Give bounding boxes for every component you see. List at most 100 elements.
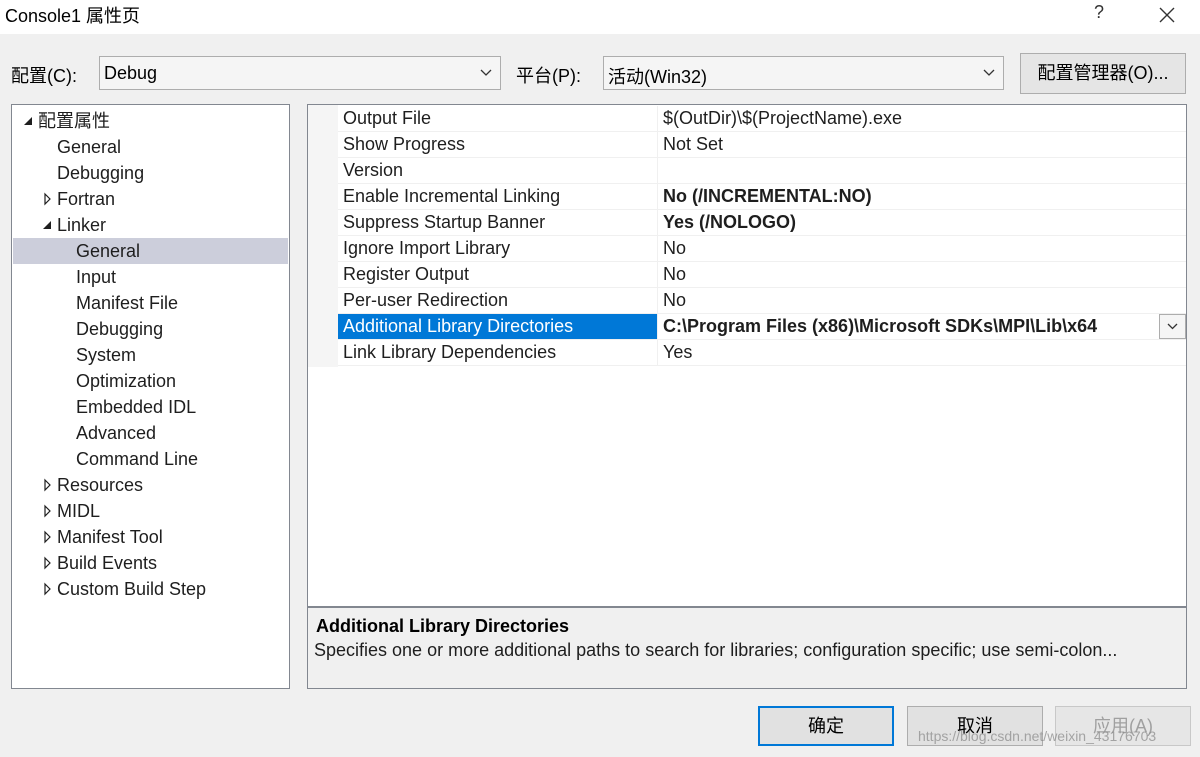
platform-select[interactable]: 活动(Win32) (603, 56, 1004, 90)
description-title: Additional Library Directories (316, 616, 570, 636)
value-dropdown-button[interactable] (1159, 314, 1186, 339)
tree-item[interactable]: General (13, 238, 288, 264)
config-select-value: Debug (104, 63, 158, 83)
description-text: Specifies one or more additional paths t… (314, 640, 1118, 660)
tree-item-label: Input (76, 267, 117, 287)
property-row[interactable]: Suppress Startup Banner Yes (/NOLOGO) (338, 210, 1186, 236)
tree-item-label: 配置属性 (38, 111, 110, 131)
tree-item[interactable]: Custom Build Step (13, 576, 288, 602)
watermark: https://blog.csdn.net/weixin_43176703 (918, 728, 1157, 744)
property-value[interactable]: C:\Program Files (x86)\Microsoft SDKs\MP… (659, 314, 1186, 339)
property-value[interactable]: No (659, 288, 1186, 313)
property-tree[interactable]: 配置属性 General Debugging Fortran Linker General… (11, 104, 290, 689)
property-row[interactable]: Additional Library Directories C:\Program… (338, 314, 1186, 340)
close-button[interactable] (1155, 1, 1179, 30)
property-name: Register Output (338, 262, 658, 287)
property-name: Suppress Startup Banner (338, 210, 658, 235)
collapsed-triangle-icon[interactable] (42, 524, 54, 550)
property-value[interactable]: Not Set (659, 132, 1186, 157)
tree-item[interactable]: Resources (13, 472, 288, 498)
tree-item-label: Manifest File (76, 293, 179, 313)
tree-item-label: Manifest Tool (57, 527, 163, 547)
platform-label: 平台(P): (516, 66, 581, 86)
tree-item[interactable]: Manifest Tool (13, 524, 288, 550)
tree-item-label: System (76, 345, 137, 365)
config-select[interactable]: Debug (99, 56, 501, 90)
collapsed-triangle-icon[interactable] (42, 186, 54, 212)
tree-item[interactable]: System (13, 342, 288, 368)
chevron-down-icon (480, 69, 492, 76)
close-icon (1159, 7, 1175, 23)
tree-item-label: Linker (57, 215, 107, 235)
property-row[interactable]: Link Library Dependencies Yes (338, 340, 1186, 366)
tree-item[interactable]: Advanced (13, 420, 288, 446)
property-grid[interactable]: Output File $(OutDir)\$(ProjectName).exe S… (307, 104, 1187, 607)
tree-item-label: General (57, 137, 122, 157)
tree-item[interactable]: Debugging (13, 160, 288, 186)
property-name: Ignore Import Library (338, 236, 658, 261)
tree-item[interactable]: Build Events (13, 550, 288, 576)
property-value[interactable]: No (659, 236, 1186, 261)
configuration-manager-button[interactable]: 配置管理器(O)... (1020, 53, 1186, 94)
property-name: Per-user Redirection (338, 288, 658, 313)
chevron-down-icon (983, 69, 995, 76)
property-name: Show Progress (338, 132, 658, 157)
help-button[interactable]: ? (1089, 2, 1109, 23)
property-value[interactable]: Yes (659, 340, 1186, 365)
tree-item-label: Debugging (57, 163, 145, 183)
tree-item[interactable]: Manifest File (13, 290, 288, 316)
property-row[interactable]: Version (338, 158, 1186, 184)
tree-item-label: Build Events (57, 553, 158, 573)
tree-item-label: Resources (57, 475, 144, 495)
property-name: Enable Incremental Linking (338, 184, 658, 209)
grid-gutter (308, 105, 338, 367)
property-value[interactable] (659, 158, 1186, 183)
property-row[interactable]: Enable Incremental Linking No (/INCREMENT… (338, 184, 1186, 210)
property-value[interactable]: No (/INCREMENTAL:NO) (659, 184, 1186, 209)
property-name: Output File (338, 106, 658, 131)
collapsed-triangle-icon[interactable] (42, 498, 54, 524)
tree-item-label: Debugging (76, 319, 164, 339)
title-bar: Console1 属性页 ? (0, 0, 1200, 34)
property-row[interactable]: Show Progress Not Set (338, 132, 1186, 158)
tree-item[interactable]: MIDL (13, 498, 288, 524)
tree-item[interactable]: Linker (13, 212, 288, 238)
property-value[interactable]: Yes (/NOLOGO) (659, 210, 1186, 235)
tree-item-label: Fortran (57, 189, 116, 209)
property-value[interactable]: $(OutDir)\$(ProjectName).exe (659, 106, 1186, 131)
property-name: Version (338, 158, 658, 183)
tree-item-label: Embedded IDL (76, 397, 197, 417)
tree-item[interactable]: Command Line (13, 446, 288, 472)
tree-item-label: Command Line (76, 449, 199, 469)
property-name: Link Library Dependencies (338, 340, 658, 365)
ok-button[interactable]: 确定 (758, 706, 894, 746)
collapsed-triangle-icon[interactable] (42, 550, 54, 576)
property-row[interactable]: Register Output No (338, 262, 1186, 288)
expanded-triangle-icon[interactable] (42, 212, 54, 238)
tree-item-label: Optimization (76, 371, 177, 391)
expanded-triangle-icon[interactable] (23, 108, 35, 134)
platform-select-value: 活动(Win32) (608, 67, 708, 87)
property-row[interactable]: Ignore Import Library No (338, 236, 1186, 262)
tree-item-label: Custom Build Step (57, 579, 207, 599)
tree-item[interactable]: General (13, 134, 288, 160)
tree-item-label: MIDL (57, 501, 101, 521)
tree-item[interactable]: Optimization (13, 368, 288, 394)
collapsed-triangle-icon[interactable] (42, 576, 54, 602)
property-row[interactable]: Output File $(OutDir)\$(ProjectName).exe (338, 106, 1186, 132)
tree-item[interactable]: 配置属性 (13, 108, 288, 134)
property-name: Additional Library Directories (338, 314, 658, 339)
chevron-down-icon (1167, 323, 1178, 330)
property-row[interactable]: Per-user Redirection No (338, 288, 1186, 314)
collapsed-triangle-icon[interactable] (42, 472, 54, 498)
tree-item[interactable]: Input (13, 264, 288, 290)
tree-item-label: Advanced (76, 423, 157, 443)
window-title: Console1 属性页 (5, 6, 141, 26)
description-pane: Additional Library Directories Specifies… (307, 607, 1187, 689)
property-value[interactable]: No (659, 262, 1186, 287)
tree-item[interactable]: Fortran (13, 186, 288, 212)
tree-item-label: General (76, 241, 141, 261)
config-label: 配置(C): (11, 66, 77, 86)
tree-item[interactable]: Embedded IDL (13, 394, 288, 420)
tree-item[interactable]: Debugging (13, 316, 288, 342)
